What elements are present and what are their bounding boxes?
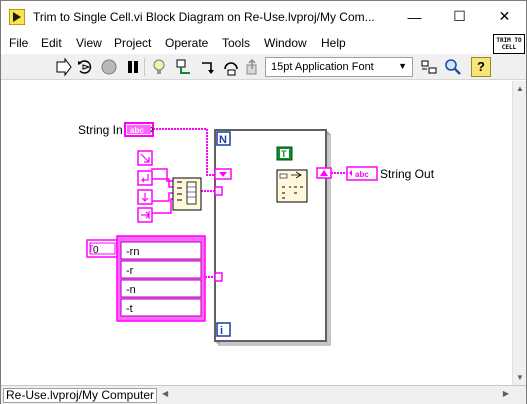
labview-app-icon (9, 9, 25, 25)
vi-icon-connector[interactable]: TRIM TO CELL (493, 34, 525, 54)
scroll-up-icon[interactable]: ▲ (516, 84, 524, 93)
scroll-down-icon[interactable]: ▼ (516, 373, 524, 382)
maximize-button[interactable]: ☐ (437, 1, 482, 32)
array-item: -t (126, 303, 133, 315)
horizontal-scrollbar[interactable]: ◀ ▶ (159, 388, 512, 403)
menu-operate[interactable]: Operate (165, 36, 208, 50)
close-button[interactable]: ✕ (482, 1, 527, 32)
string-array-constant[interactable]: 0 -rn -r -n -t (86, 235, 206, 322)
title-bar[interactable]: Trim to Single Cell.vi Block Diagram on … (1, 1, 526, 32)
string-out-label: String Out (380, 167, 435, 181)
array-tunnel-bottom[interactable] (214, 272, 223, 282)
run-continuously-icon[interactable] (75, 57, 95, 77)
carriage-return-constant (137, 170, 153, 186)
search-icon[interactable] (443, 57, 463, 77)
status-bar: Re-Use.lvproj/My Computer ◀ ▶ (1, 385, 526, 404)
array-item: -n (126, 284, 136, 296)
font-select[interactable]: 15pt Application Font ▼ (265, 57, 413, 77)
pause-icon[interactable] (123, 57, 143, 77)
string-in-terminal[interactable]: abc (124, 122, 154, 137)
toolbar-separator (144, 58, 145, 76)
shift-register-right[interactable] (316, 167, 332, 179)
loop-iteration-label: i (220, 325, 223, 337)
string-in-type: abc (130, 126, 144, 135)
vi-icon-line2: CELL (501, 44, 517, 51)
step-into-icon[interactable] (199, 57, 219, 77)
loop-count-terminal[interactable]: N (216, 131, 231, 146)
string-out-type: abc (355, 170, 369, 179)
block-diagram-svg: N i T String In abc abc String Out 0 -rn… (78, 122, 435, 346)
build-array-node[interactable] (172, 177, 202, 211)
labview-block-diagram-window: Trim to Single Cell.vi Block Diagram on … (0, 0, 527, 404)
array-index-value: 0 (93, 245, 99, 256)
menu-edit[interactable]: Edit (41, 36, 62, 50)
minimize-button[interactable]: — (392, 1, 437, 32)
menu-file[interactable]: File (9, 36, 28, 50)
loop-count-label: N (219, 134, 227, 146)
menu-tools[interactable]: Tools (222, 36, 250, 50)
search-replace-string-node[interactable] (276, 169, 308, 203)
menu-window[interactable]: Window (264, 36, 307, 50)
chevron-down-icon: ▼ (398, 61, 407, 71)
true-constant[interactable]: T (276, 146, 293, 161)
toolbar: 15pt Application Font ▼ ? (1, 54, 526, 80)
array-tunnel-top[interactable] (214, 186, 223, 196)
align-objects-icon[interactable] (419, 57, 439, 77)
step-over-icon[interactable] (222, 57, 242, 77)
run-arrow-icon[interactable] (53, 57, 73, 77)
menu-bar: File Edit View Project Operate Tools Win… (1, 32, 526, 54)
menu-help[interactable]: Help (321, 36, 346, 50)
for-loop-structure[interactable] (214, 129, 331, 346)
highlight-execution-icon[interactable] (149, 57, 169, 77)
true-constant-label: T (281, 149, 287, 159)
array-item: -rn (126, 246, 139, 258)
vi-icon-line1: TRIM TO (496, 37, 522, 44)
abort-icon[interactable] (99, 57, 119, 77)
context-help-button[interactable]: ? (471, 57, 491, 77)
menu-project[interactable]: Project (114, 36, 151, 50)
project-path: Re-Use.lvproj/My Computer (3, 388, 157, 403)
block-diagram-canvas[interactable]: N i T String In abc abc String Out 0 -rn… (1, 81, 512, 385)
window-title: Trim to Single Cell.vi Block Diagram on … (33, 10, 375, 24)
font-select-value: 15pt Application Font (271, 61, 374, 73)
menu-view[interactable]: View (76, 36, 102, 50)
shift-register-left[interactable] (214, 168, 232, 180)
step-out-icon[interactable] (244, 57, 264, 77)
string-in-label: String In (78, 123, 123, 137)
vertical-scrollbar[interactable]: ▲ ▼ (512, 81, 526, 385)
string-out-terminal[interactable]: abc (346, 166, 378, 181)
whitespace-constants[interactable] (137, 150, 153, 223)
scroll-left-icon[interactable]: ◀ (162, 389, 168, 398)
scroll-right-icon[interactable]: ▶ (503, 389, 509, 398)
array-item: -r (126, 265, 134, 277)
retain-wire-values-icon[interactable] (174, 57, 194, 77)
loop-iteration-terminal[interactable]: i (216, 322, 231, 337)
